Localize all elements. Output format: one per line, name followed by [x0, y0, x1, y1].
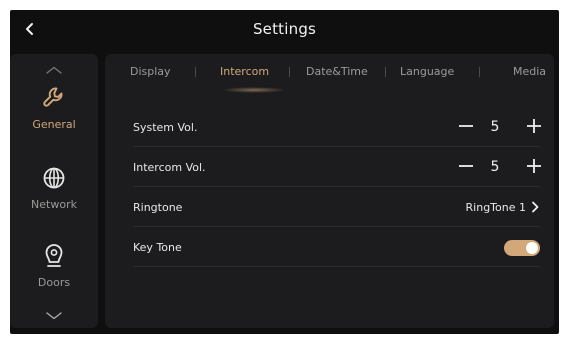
ringtone-row[interactable]: Ringtone RingTone 1: [133, 188, 540, 227]
key-tone-row: Key Tone: [133, 228, 540, 267]
doorbell-camera-icon: [40, 242, 68, 270]
tab-language[interactable]: Language: [400, 65, 454, 78]
toggle-knob: [526, 242, 538, 254]
sidebar-scroll-up-button[interactable]: [10, 60, 98, 76]
wrench-icon: [40, 84, 68, 112]
system-volume-decrease-button[interactable]: [455, 115, 477, 137]
sidebar-item-network[interactable]: Network: [10, 164, 98, 228]
globe-icon: [40, 164, 68, 192]
intercom-volume-label: Intercom Vol.: [133, 161, 206, 174]
tab-divider: [479, 67, 480, 77]
intercom-volume-row: Intercom Vol. 5: [133, 148, 541, 187]
sidebar-item-doors[interactable]: Doors: [10, 242, 98, 306]
tab-display[interactable]: Display: [130, 65, 171, 78]
key-tone-toggle[interactable]: [504, 240, 540, 256]
intercom-volume-decrease-button[interactable]: [455, 155, 477, 177]
tab-divider: [289, 67, 290, 77]
top-bar: Settings: [10, 10, 559, 50]
tab-date-time[interactable]: Date&Time: [306, 65, 368, 78]
system-volume-value: 5: [490, 119, 500, 135]
category-sidebar: General Network Doors: [10, 54, 98, 328]
ringtone-label: Ringtone: [133, 201, 183, 214]
sidebar-item-label: General: [32, 118, 76, 131]
chevron-up-icon: [45, 59, 63, 78]
sidebar-item-label: Doors: [37, 276, 71, 289]
intercom-volume-increase-button[interactable]: [523, 155, 545, 177]
tab-divider: [385, 67, 386, 77]
chevron-right-icon[interactable]: [530, 200, 540, 214]
sidebar-item-label: Network: [31, 198, 77, 211]
system-volume-row: System Vol. 5: [133, 108, 541, 147]
tab-media[interactable]: Media: [513, 65, 546, 78]
system-volume-label: System Vol.: [133, 121, 198, 134]
settings-screen: Settings General Network Doors Display I…: [10, 10, 559, 334]
ringtone-value[interactable]: RingTone 1: [466, 201, 526, 214]
intercom-volume-value: 5: [490, 159, 500, 175]
sidebar-item-general[interactable]: General: [10, 84, 98, 148]
key-tone-label: Key Tone: [133, 241, 182, 254]
system-volume-increase-button[interactable]: [523, 115, 545, 137]
page-title: Settings: [252, 20, 317, 38]
chevron-down-icon: [45, 305, 63, 324]
settings-panel: Display Intercom Date&Time Language Medi…: [105, 54, 554, 328]
active-tab-indicator: [222, 87, 286, 93]
tab-divider: [195, 67, 196, 77]
sidebar-scroll-down-button[interactable]: [10, 306, 98, 322]
tab-intercom[interactable]: Intercom: [220, 65, 269, 78]
tab-bar: Display Intercom Date&Time Language Medi…: [105, 54, 554, 93]
